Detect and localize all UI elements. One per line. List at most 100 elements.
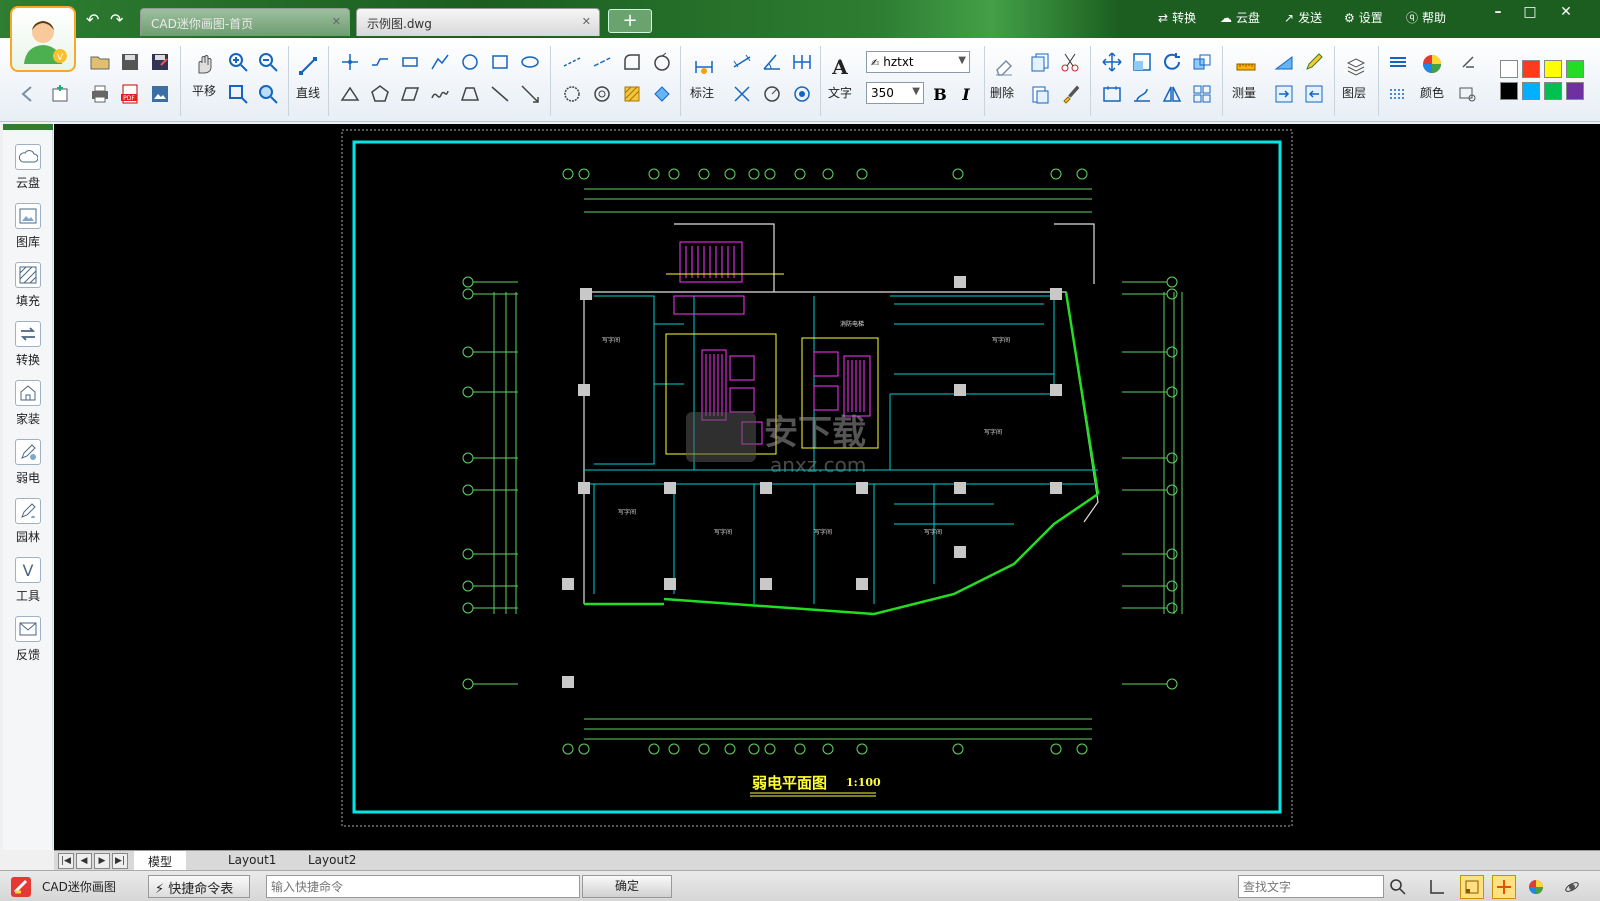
linestyle-button[interactable]	[1384, 80, 1412, 108]
paste-button[interactable]	[1026, 80, 1054, 108]
bold-button[interactable]: B	[926, 80, 954, 108]
command-input[interactable]	[266, 875, 580, 898]
diameter-dim-button[interactable]	[788, 80, 816, 108]
sidebar-item-feedback[interactable]: 反馈	[3, 616, 53, 663]
font-size-select[interactable]: 350 ▼	[866, 82, 924, 104]
export-pdf-button[interactable]: PDF	[116, 80, 144, 108]
avatar[interactable]: V	[10, 6, 76, 72]
save-button[interactable]	[116, 48, 144, 76]
fillet-button[interactable]	[618, 48, 646, 76]
sidebar-item-tools[interactable]: V 工具	[3, 557, 53, 604]
prev-tab-icon[interactable]: ◀	[76, 853, 92, 869]
shortcut-table-button[interactable]: ⚡ 快捷命令表	[148, 875, 250, 898]
sidebar-item-home-decor[interactable]: 家装	[3, 380, 53, 427]
measure-button[interactable]	[1232, 52, 1260, 80]
parallelogram-button[interactable]	[396, 80, 424, 108]
color-swatch[interactable]	[1522, 60, 1540, 78]
close-icon[interactable]: ✕	[582, 15, 591, 28]
rectangle-button[interactable]	[396, 48, 424, 76]
copy-button[interactable]	[1026, 48, 1054, 76]
add-tab-button[interactable]: +	[608, 9, 652, 33]
open-file-button[interactable]	[86, 48, 114, 76]
sidebar-item-hatch[interactable]: 填充	[3, 262, 53, 309]
spline-button[interactable]	[366, 48, 394, 76]
cut-button[interactable]	[1056, 48, 1084, 76]
crosshair-icon[interactable]	[1492, 875, 1516, 899]
pentagon-button[interactable]	[366, 80, 394, 108]
aligned-dim-button[interactable]	[728, 48, 756, 76]
export-image-button[interactable]	[146, 80, 174, 108]
hatch-button[interactable]	[618, 80, 646, 108]
fill-button[interactable]	[648, 80, 676, 108]
ordinate-dim-button[interactable]	[728, 80, 756, 108]
rotate-button[interactable]	[1158, 48, 1186, 76]
delete-button[interactable]	[990, 52, 1018, 80]
color-swatch[interactable]	[1544, 82, 1562, 100]
last-tab-icon[interactable]: ▶|	[112, 853, 128, 869]
color-swatch[interactable]	[1544, 60, 1562, 78]
drawing-canvas[interactable]: 写字间 写字间 写字间 写字间 写字间 写字间 写字间 消防电梯 安下载 anxz.co…	[54, 124, 1600, 850]
ortho-icon[interactable]	[1424, 875, 1448, 899]
color-swatch[interactable]	[1566, 82, 1584, 100]
close-window-button[interactable]: ✕	[1552, 4, 1580, 22]
trapezoid-button[interactable]	[456, 80, 484, 108]
square-button[interactable]	[486, 48, 514, 76]
export-button[interactable]	[1300, 80, 1328, 108]
search-text-input[interactable]	[1238, 875, 1384, 898]
ellipse-button[interactable]	[516, 48, 544, 76]
ok-button[interactable]: 确定	[582, 875, 672, 898]
polyline-button[interactable]	[336, 48, 364, 76]
cloud-menu[interactable]: ☁ 云盘	[1220, 9, 1260, 26]
sidebar-item-garden[interactable]: 园林	[3, 498, 53, 545]
linetype-button[interactable]	[1384, 48, 1412, 76]
extend-button[interactable]	[588, 48, 616, 76]
tab-drawing[interactable]: 示例图.dwg ✕	[356, 8, 600, 36]
zoom-out-button[interactable]	[254, 48, 282, 76]
color-button[interactable]	[1418, 50, 1446, 78]
sidebar-item-gallery[interactable]: 图库	[3, 203, 53, 250]
scale-button[interactable]	[1128, 48, 1156, 76]
array-button[interactable]	[1188, 48, 1216, 76]
search-icon[interactable]	[1386, 875, 1410, 899]
import-button[interactable]	[1270, 80, 1298, 108]
settings-menu[interactable]: ⚙ 设置	[1344, 9, 1383, 26]
trim-button[interactable]	[558, 48, 586, 76]
orbit-icon[interactable]	[1560, 875, 1584, 899]
revision-cloud-button[interactable]	[558, 80, 586, 108]
font-select[interactable]: ✍ hztxt ▼	[866, 51, 970, 73]
color-swatch[interactable]	[1522, 82, 1540, 100]
freehand-button[interactable]	[426, 80, 454, 108]
minimize-button[interactable]: –	[1484, 4, 1512, 22]
next-tab-icon[interactable]: ▶	[94, 853, 110, 869]
redo-icon[interactable]: ↷	[110, 10, 123, 29]
move-button[interactable]	[1098, 48, 1126, 76]
tab-home[interactable]: CAD迷你画图-首页 ✕	[140, 8, 350, 36]
explode-button[interactable]	[1188, 80, 1216, 108]
properties-button[interactable]	[1454, 80, 1482, 108]
color-swatch[interactable]	[1566, 60, 1584, 78]
maximize-button[interactable]: □	[1516, 4, 1544, 22]
save-as-button[interactable]	[146, 48, 174, 76]
area-measure-button[interactable]	[1270, 48, 1298, 76]
layer-button[interactable]	[1342, 52, 1370, 80]
chamfer-button[interactable]	[648, 48, 676, 76]
angular-dim-button[interactable]	[758, 48, 786, 76]
close-icon[interactable]: ✕	[332, 15, 341, 28]
arc-button[interactable]	[426, 48, 454, 76]
color-swatch[interactable]	[1500, 82, 1518, 100]
tab-layout1[interactable]: Layout1	[214, 851, 290, 871]
triangle-button[interactable]	[336, 80, 364, 108]
tab-layout2[interactable]: Layout2	[294, 851, 370, 871]
ray-button[interactable]	[486, 80, 514, 108]
send-menu[interactable]: ↗ 发送	[1284, 9, 1322, 26]
new-file-button[interactable]	[46, 80, 74, 108]
donut-button[interactable]	[588, 80, 616, 108]
snap-icon[interactable]	[1460, 875, 1484, 899]
radius-dim-button[interactable]	[758, 80, 786, 108]
zoom-in-button[interactable]	[224, 48, 252, 76]
mirror-button[interactable]	[1158, 80, 1186, 108]
sidebar-item-cloud[interactable]: 云盘	[3, 144, 53, 191]
text-button[interactable]: A	[826, 52, 854, 80]
tab-model[interactable]: 模型	[134, 851, 187, 871]
sidebar-item-convert[interactable]: 转换	[3, 321, 53, 368]
